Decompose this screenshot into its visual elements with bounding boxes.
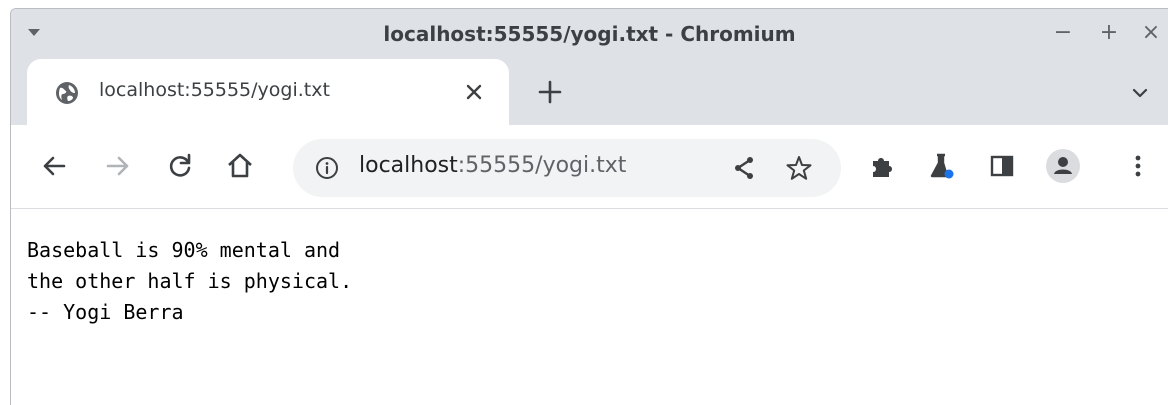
star-icon[interactable] <box>785 154 813 182</box>
tab-search-chevron-icon[interactable] <box>1130 83 1150 103</box>
tab-active[interactable]: localhost:55555/yogi.txt <box>27 59 509 125</box>
share-icon[interactable] <box>731 155 757 181</box>
tab-strip: localhost:55555/yogi.txt <box>11 59 1168 125</box>
url-text[interactable]: localhost:55555/yogi.txt <box>359 153 626 178</box>
back-icon[interactable] <box>39 151 69 181</box>
tab-close-icon[interactable] <box>463 81 485 103</box>
forward-icon[interactable] <box>103 151 133 181</box>
globe-icon <box>56 82 78 104</box>
text-line: the other half is physical. <box>27 269 353 293</box>
text-line: Baseball is 90% mental and <box>27 238 341 262</box>
browser-window: localhost:55555/yogi.txt - Chromium − + … <box>10 8 1168 405</box>
toolbar: localhost:55555/yogi.txt <box>11 125 1168 209</box>
maximize-button[interactable]: + <box>1097 21 1121 45</box>
title-bar: localhost:55555/yogi.txt - Chromium − + … <box>11 9 1168 59</box>
close-window-button[interactable]: × <box>1139 21 1163 45</box>
address-bar[interactable]: localhost:55555/yogi.txt <box>293 139 841 197</box>
minimize-button[interactable]: − <box>1051 21 1075 45</box>
page-text: Baseball is 90% mental and the other half… <box>27 235 352 328</box>
extensions-icon[interactable] <box>867 151 897 181</box>
window-title: localhost:55555/yogi.txt - Chromium <box>383 22 796 46</box>
tab-title: localhost:55555/yogi.txt <box>99 79 330 101</box>
labs-icon[interactable] <box>927 151 957 181</box>
url-host: localhost <box>359 153 458 178</box>
new-tab-icon[interactable] <box>537 79 563 105</box>
home-icon[interactable] <box>225 151 255 181</box>
menu-icon[interactable] <box>1123 151 1153 181</box>
side-panel-icon[interactable] <box>987 151 1017 181</box>
text-line: -- Yogi Berra <box>27 300 184 324</box>
info-icon[interactable] <box>315 156 339 180</box>
url-path: :55555/yogi.txt <box>457 153 627 178</box>
profile-icon[interactable] <box>1045 148 1081 184</box>
reload-icon[interactable] <box>165 151 195 181</box>
